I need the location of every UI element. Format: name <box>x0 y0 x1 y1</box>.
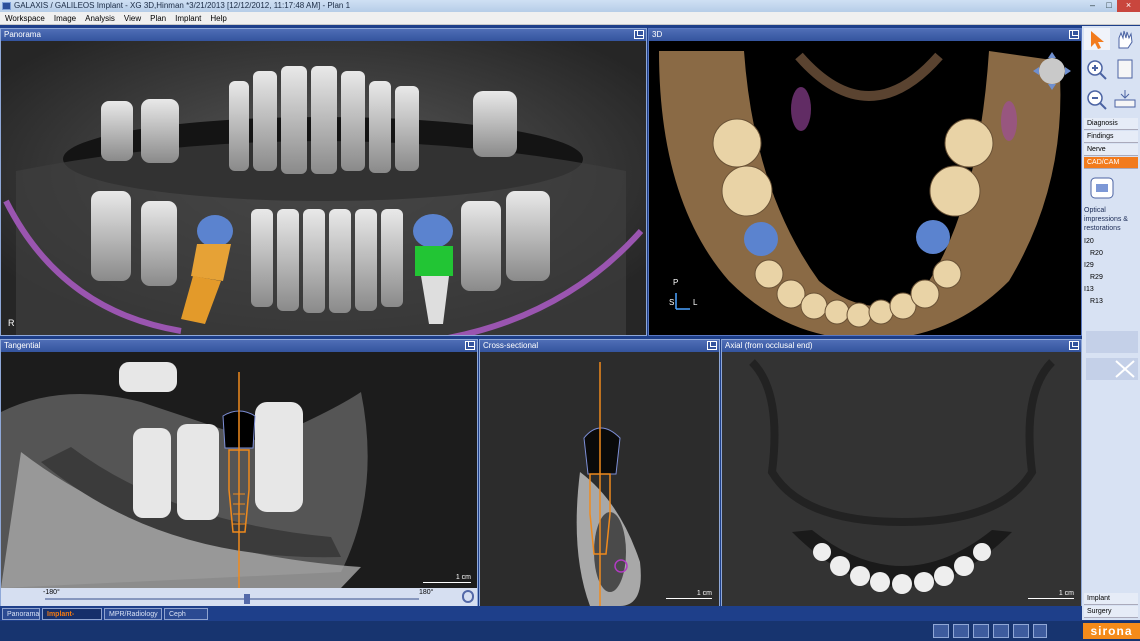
fit-view-icon[interactable] <box>1112 88 1138 110</box>
slider-max-label: 180° <box>419 589 434 596</box>
panorama-image[interactable]: R <box>1 41 646 335</box>
crown-right-3d <box>916 220 950 254</box>
cross-scale: 1 cm <box>666 590 712 599</box>
menu-bar: Workspace Image Analysis View Plan Impla… <box>0 12 1140 25</box>
restoration-item-r20[interactable]: R20 <box>1084 248 1138 260</box>
rotate-icon[interactable] <box>462 590 474 603</box>
status-tool-2-icon[interactable] <box>953 624 969 638</box>
tangential-scale: 1 cm <box>423 574 471 583</box>
sidebar-surgery[interactable]: Surgery <box>1084 606 1138 618</box>
axial-maximize-button[interactable] <box>1069 341 1079 350</box>
cross-panel: Cross-sectional 1 cm <box>479 339 720 607</box>
tab-ceph-lateral[interactable]: Ceph lateral <box>164 608 208 630</box>
crown-left-3d <box>744 222 778 256</box>
view3d-title: 3D <box>652 30 663 39</box>
pan-hand-icon[interactable] <box>1112 28 1138 50</box>
disabled-tool-icon[interactable] <box>1112 358 1138 380</box>
cross-maximize-button[interactable] <box>707 341 717 350</box>
app-icon <box>2 2 11 10</box>
panorama-title: Panorama <box>4 30 41 39</box>
status-bar: sirona <box>0 621 1140 641</box>
sirona-logo: sirona <box>1083 623 1140 639</box>
restoration-item-r13[interactable]: R13 <box>1084 296 1138 308</box>
measure-tool-icon[interactable] <box>1112 331 1138 353</box>
title-bar: GALAXIS / GALILEOS Implant - XG 3D,Hinma… <box>0 0 1140 12</box>
panorama-side-marker: R <box>8 318 15 328</box>
minimize-button[interactable]: – <box>1084 0 1101 12</box>
tangential-maximize-button[interactable] <box>465 341 475 350</box>
cross-image[interactable]: 1 cm <box>480 352 719 606</box>
axial-scale: 1 cm <box>1028 590 1074 599</box>
implant-item-i20[interactable]: I20 <box>1084 236 1138 248</box>
status-tool-1-icon[interactable] <box>933 624 949 638</box>
sidebar-nerve[interactable]: Nerve <box>1084 144 1138 156</box>
implant-item-i29[interactable]: I29 <box>1084 260 1138 272</box>
optical-label: Optical impressions & restorations <box>1084 207 1128 232</box>
tangential-panel: Tangential 1 cm -180° 180° <box>0 339 478 607</box>
tangential-header: Tangential <box>1 340 477 352</box>
status-tool-6-icon[interactable] <box>1033 624 1047 638</box>
rotation-slider-track[interactable] <box>45 598 419 600</box>
tangential-image[interactable]: 1 cm <box>1 352 477 588</box>
sidebar-implant[interactable]: Implant <box>1084 593 1138 605</box>
axial-title: Axial (from occlusal end) <box>725 341 813 350</box>
close-button[interactable]: × <box>1117 0 1140 12</box>
implant-item-i13[interactable]: I13 <box>1084 284 1138 296</box>
cross-header: Cross-sectional <box>480 340 719 352</box>
status-tool-5-icon[interactable] <box>1013 624 1029 638</box>
sidebar-cadcam[interactable]: CAD/CAM <box>1084 157 1138 169</box>
sidebar-findings[interactable]: Findings <box>1084 131 1138 143</box>
orient-s-label: S <box>669 298 674 307</box>
menu-help[interactable]: Help <box>205 12 230 25</box>
view3d-render[interactable]: P L S <box>649 41 1081 335</box>
rotation-slider-bar: -180° 180° <box>1 588 477 606</box>
page-view-icon[interactable] <box>1112 58 1138 80</box>
menu-implant[interactable]: Implant <box>170 12 205 25</box>
sleeve-tool-icon[interactable] <box>1086 358 1112 380</box>
pointer-icon[interactable] <box>1084 28 1110 50</box>
orient-l-label: L <box>693 298 698 307</box>
menu-analysis[interactable]: Analysis <box>80 12 119 25</box>
rotation-slider-handle[interactable] <box>244 594 250 604</box>
menu-plan[interactable]: Plan <box>145 12 170 25</box>
tangential-title: Tangential <box>4 341 41 350</box>
zoom-out-icon[interactable] <box>1084 88 1110 110</box>
restoration-item-r29[interactable]: R29 <box>1084 272 1138 284</box>
maximize-button[interactable]: □ <box>1101 0 1117 12</box>
axial-image[interactable]: 1 cm <box>722 352 1081 606</box>
tab-panorama[interactable]: Panorama <box>2 608 40 620</box>
status-tool-3-icon[interactable] <box>973 624 989 638</box>
view3d-panel: 3D P L S <box>648 28 1082 336</box>
slider-min-label: -180° <box>43 589 60 596</box>
right-toolbar: Diagnosis Findings Nerve CAD/CAM Optical… <box>1082 26 1140 620</box>
cross-title: Cross-sectional <box>483 341 539 350</box>
view3d-header: 3D <box>649 29 1081 41</box>
optical-impression-icon[interactable] <box>1088 174 1118 202</box>
workspace-tabs: Panorama Implant-Aligned MPR/Radiology C… <box>0 606 1082 630</box>
window-title: GALAXIS / GALILEOS Implant - XG 3D,Hinma… <box>14 1 351 10</box>
implant-tool-icon[interactable] <box>1086 331 1112 353</box>
menu-view[interactable]: View <box>119 12 145 25</box>
orient-p-label: P <box>673 278 678 287</box>
axial-header: Axial (from occlusal end) <box>722 340 1081 352</box>
view3d-maximize-button[interactable] <box>1069 30 1079 39</box>
panorama-maximize-button[interactable] <box>634 30 644 39</box>
panorama-header: Panorama <box>1 29 646 41</box>
menu-workspace[interactable]: Workspace <box>0 12 49 25</box>
zoom-in-icon[interactable] <box>1084 58 1110 80</box>
tab-mpr-radiology[interactable]: MPR/Radiology <box>104 608 162 620</box>
axial-panel: Axial (from occlusal end) 1 cm <box>721 339 1082 607</box>
menu-image[interactable]: Image <box>49 12 80 25</box>
sidebar-diagnosis[interactable]: Diagnosis <box>1084 118 1138 130</box>
tab-implant-aligned[interactable]: Implant-Aligned <box>42 608 102 630</box>
implant-list: I20 R20 I29 R29 I13 R13 <box>1084 236 1138 308</box>
status-tool-4-icon[interactable] <box>993 624 1009 638</box>
panorama-panel: Panorama R <box>0 28 647 336</box>
